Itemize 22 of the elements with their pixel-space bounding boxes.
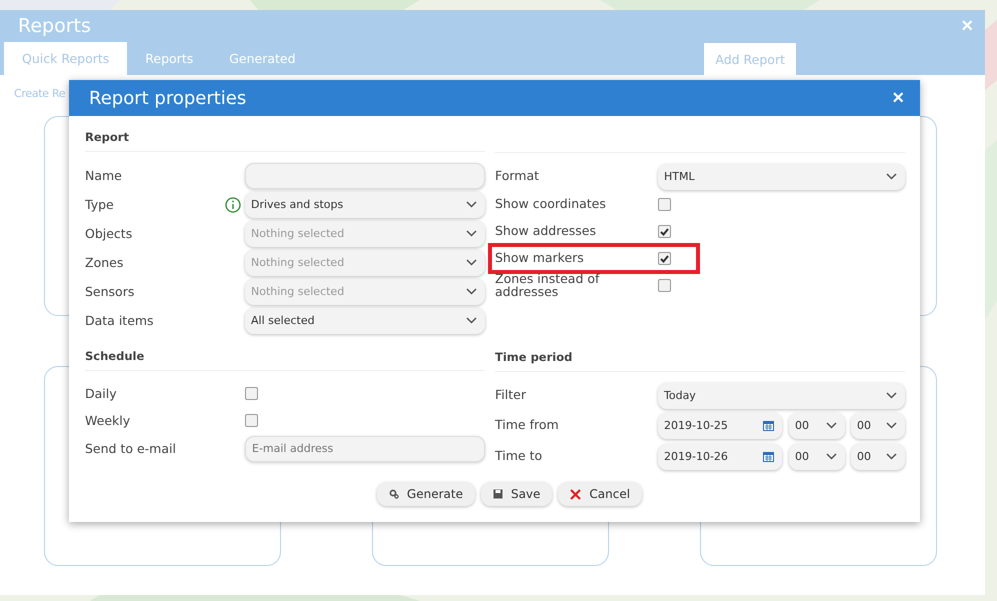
- field-label: Daily: [85, 386, 117, 401]
- field-label: Name: [85, 168, 122, 183]
- field-label: Type: [85, 197, 114, 212]
- field-label: Format: [495, 170, 540, 183]
- field-label: Weekly: [85, 413, 130, 428]
- option-label: Show addresses: [495, 225, 598, 238]
- section-heading: Time period: [495, 350, 905, 372]
- field-label: Time from: [495, 419, 560, 432]
- option-label: Zones instead of addresses: [495, 273, 601, 298]
- window-title: Reports: [18, 15, 91, 37]
- option-label: Show coordinates: [495, 198, 607, 211]
- field-label: Filter: [495, 389, 527, 402]
- field-label: Data items: [85, 313, 154, 328]
- field-label: Objects: [85, 226, 132, 241]
- field-label: Time to: [495, 450, 544, 463]
- section-heading: Schedule: [85, 349, 485, 371]
- option-label: Show markers: [495, 252, 585, 265]
- section-heading: Report: [85, 130, 485, 152]
- field-label: Send to e-mail: [85, 441, 176, 456]
- dialog-title: Report properties: [89, 88, 246, 108]
- field-label: Sensors: [85, 284, 134, 299]
- field-label: Zones: [85, 255, 124, 270]
